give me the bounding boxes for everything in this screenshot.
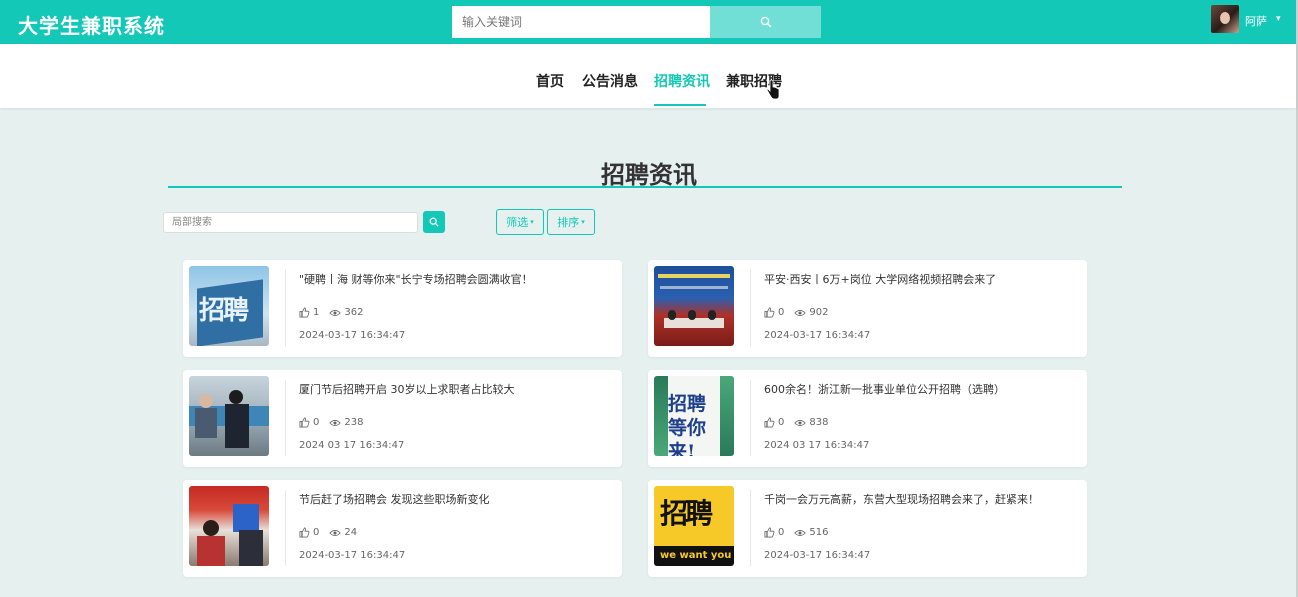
article-title[interactable]: 节后赶了场招聘会 发现这些职场新变化	[299, 491, 609, 507]
article-thumbnail	[189, 486, 269, 566]
article-date: 2024 03 17 16:34:47	[299, 440, 405, 451]
active-tab-indicator	[654, 104, 706, 106]
card-divider	[285, 270, 286, 346]
card-divider	[285, 490, 286, 566]
search-input[interactable]	[452, 6, 710, 38]
article-date: 2024-03-17 16:34:47	[299, 550, 406, 561]
article-date: 2024-03-17 16:34:47	[764, 550, 871, 561]
article-title[interactable]: 千岗一会万元高薪，东营大型现场招聘会来了，赶紧来！	[764, 491, 1074, 507]
article-stats: 0 238	[299, 417, 363, 428]
thumbs-up-icon[interactable]	[764, 307, 775, 318]
article-title[interactable]: 600余名！浙江新一批事业单位公开招聘（选聘）	[764, 381, 1074, 397]
nav-item-home[interactable]: 首页	[536, 71, 564, 91]
pointer-cursor-icon	[766, 80, 780, 100]
avatar[interactable]	[1211, 5, 1239, 33]
filter-dropdown[interactable]: 筛选 ▾	[496, 209, 544, 235]
title-divider	[168, 186, 1122, 188]
section-title: 招聘资讯	[601, 161, 697, 189]
thumbs-up-icon[interactable]	[299, 417, 310, 428]
article-date: 2024 03 17 16:34:47	[764, 440, 870, 451]
card-divider	[750, 380, 751, 456]
search-icon	[429, 217, 439, 227]
chevron-down-icon: ▾	[530, 218, 534, 226]
article-card[interactable]: 节后赶了场招聘会 发现这些职场新变化 0 24 2024-03-17 16:34…	[183, 480, 622, 577]
thumbs-up-icon[interactable]	[764, 417, 775, 428]
top-bar: 大学生兼职系统 阿萨 ▾	[0, 0, 1298, 44]
thumbnail-caption: 招聘	[660, 497, 713, 530]
username[interactable]: 阿萨	[1245, 13, 1267, 29]
view-count: 24	[344, 527, 358, 538]
article-date: 2024-03-17 16:34:47	[299, 330, 406, 341]
like-count: 0	[313, 417, 320, 428]
like-count: 0	[778, 417, 785, 428]
article-thumbnail	[189, 376, 269, 456]
thumbnail-caption: 招聘	[199, 296, 249, 326]
article-stats: 0 838	[764, 417, 828, 428]
article-card[interactable]: 招聘 "硬聘丨海 财等你来"长宁专场招聘会圆满收官！ 1 362 2024-03…	[183, 260, 622, 357]
card-divider	[750, 490, 751, 566]
like-count: 0	[313, 527, 320, 538]
thumbs-up-icon[interactable]	[764, 527, 775, 538]
article-thumbnail	[654, 266, 734, 346]
eye-icon	[794, 529, 807, 536]
like-count: 0	[778, 307, 785, 318]
sort-label: 排序	[557, 216, 580, 229]
filter-label: 筛选	[506, 216, 529, 229]
view-count: 238	[344, 417, 364, 428]
brand-title[interactable]: 大学生兼职系统	[18, 10, 165, 39]
main-nav: 首页 公告消息 招聘资讯 兼职招聘	[0, 44, 1296, 108]
article-thumbnail: 招聘 we want you	[654, 486, 734, 566]
article-title[interactable]: "硬聘丨海 财等你来"长宁专场招聘会圆满收官！	[299, 271, 609, 287]
card-divider	[750, 270, 751, 346]
eye-icon	[329, 419, 342, 426]
article-card[interactable]: 招聘 we want you 千岗一会万元高薪，东营大型现场招聘会来了，赶紧来！…	[648, 480, 1087, 577]
article-thumbnail: 招聘等你来!	[654, 376, 734, 456]
chevron-down-icon[interactable]: ▾	[1276, 14, 1281, 24]
article-stats: 0 902	[764, 307, 828, 318]
article-card[interactable]: 招聘等你来! 600余名！浙江新一批事业单位公开招聘（选聘） 0 838 202…	[648, 370, 1087, 467]
like-count: 0	[778, 527, 785, 538]
nav-item-notices[interactable]: 公告消息	[582, 71, 638, 91]
like-count: 1	[313, 307, 320, 318]
local-search-input[interactable]	[163, 212, 418, 233]
chevron-down-icon: ▾	[581, 218, 585, 226]
card-divider	[285, 380, 286, 456]
thumbs-up-icon[interactable]	[299, 527, 310, 538]
article-stats: 0 24	[299, 527, 357, 538]
nav-item-recruitment-news[interactable]: 招聘资讯	[654, 71, 710, 91]
article-stats: 0 516	[764, 527, 828, 538]
sort-dropdown[interactable]: 排序 ▾	[547, 209, 595, 235]
article-title[interactable]: 平安·西安丨6万+岗位 大学网络视频招聘会来了	[764, 271, 1074, 287]
thumbnail-caption: 招聘等你来!	[668, 393, 707, 456]
search-icon	[760, 16, 771, 28]
article-thumbnail: 招聘	[189, 266, 269, 346]
article-card[interactable]: 厦门节后招聘开启 30岁以上求职者占比较大 0 238 2024 03 17 1…	[183, 370, 622, 467]
article-stats: 1 362	[299, 307, 363, 318]
eye-icon	[329, 529, 342, 536]
thumbs-up-icon[interactable]	[299, 307, 310, 318]
eye-icon	[794, 419, 807, 426]
article-title[interactable]: 厦门节后招聘开启 30岁以上求职者占比较大	[299, 381, 609, 397]
local-search-button[interactable]	[423, 211, 445, 233]
view-count: 362	[344, 307, 364, 318]
search-button[interactable]	[710, 6, 821, 38]
view-count: 516	[809, 527, 829, 538]
article-card[interactable]: 平安·西安丨6万+岗位 大学网络视频招聘会来了 0 902 2024-03-17…	[648, 260, 1087, 357]
article-date: 2024-03-17 16:34:47	[764, 330, 871, 341]
view-count: 838	[809, 417, 829, 428]
eye-icon	[794, 309, 807, 316]
thumbnail-subcaption: we want you	[660, 550, 732, 561]
eye-icon	[329, 309, 342, 316]
view-count: 902	[809, 307, 829, 318]
